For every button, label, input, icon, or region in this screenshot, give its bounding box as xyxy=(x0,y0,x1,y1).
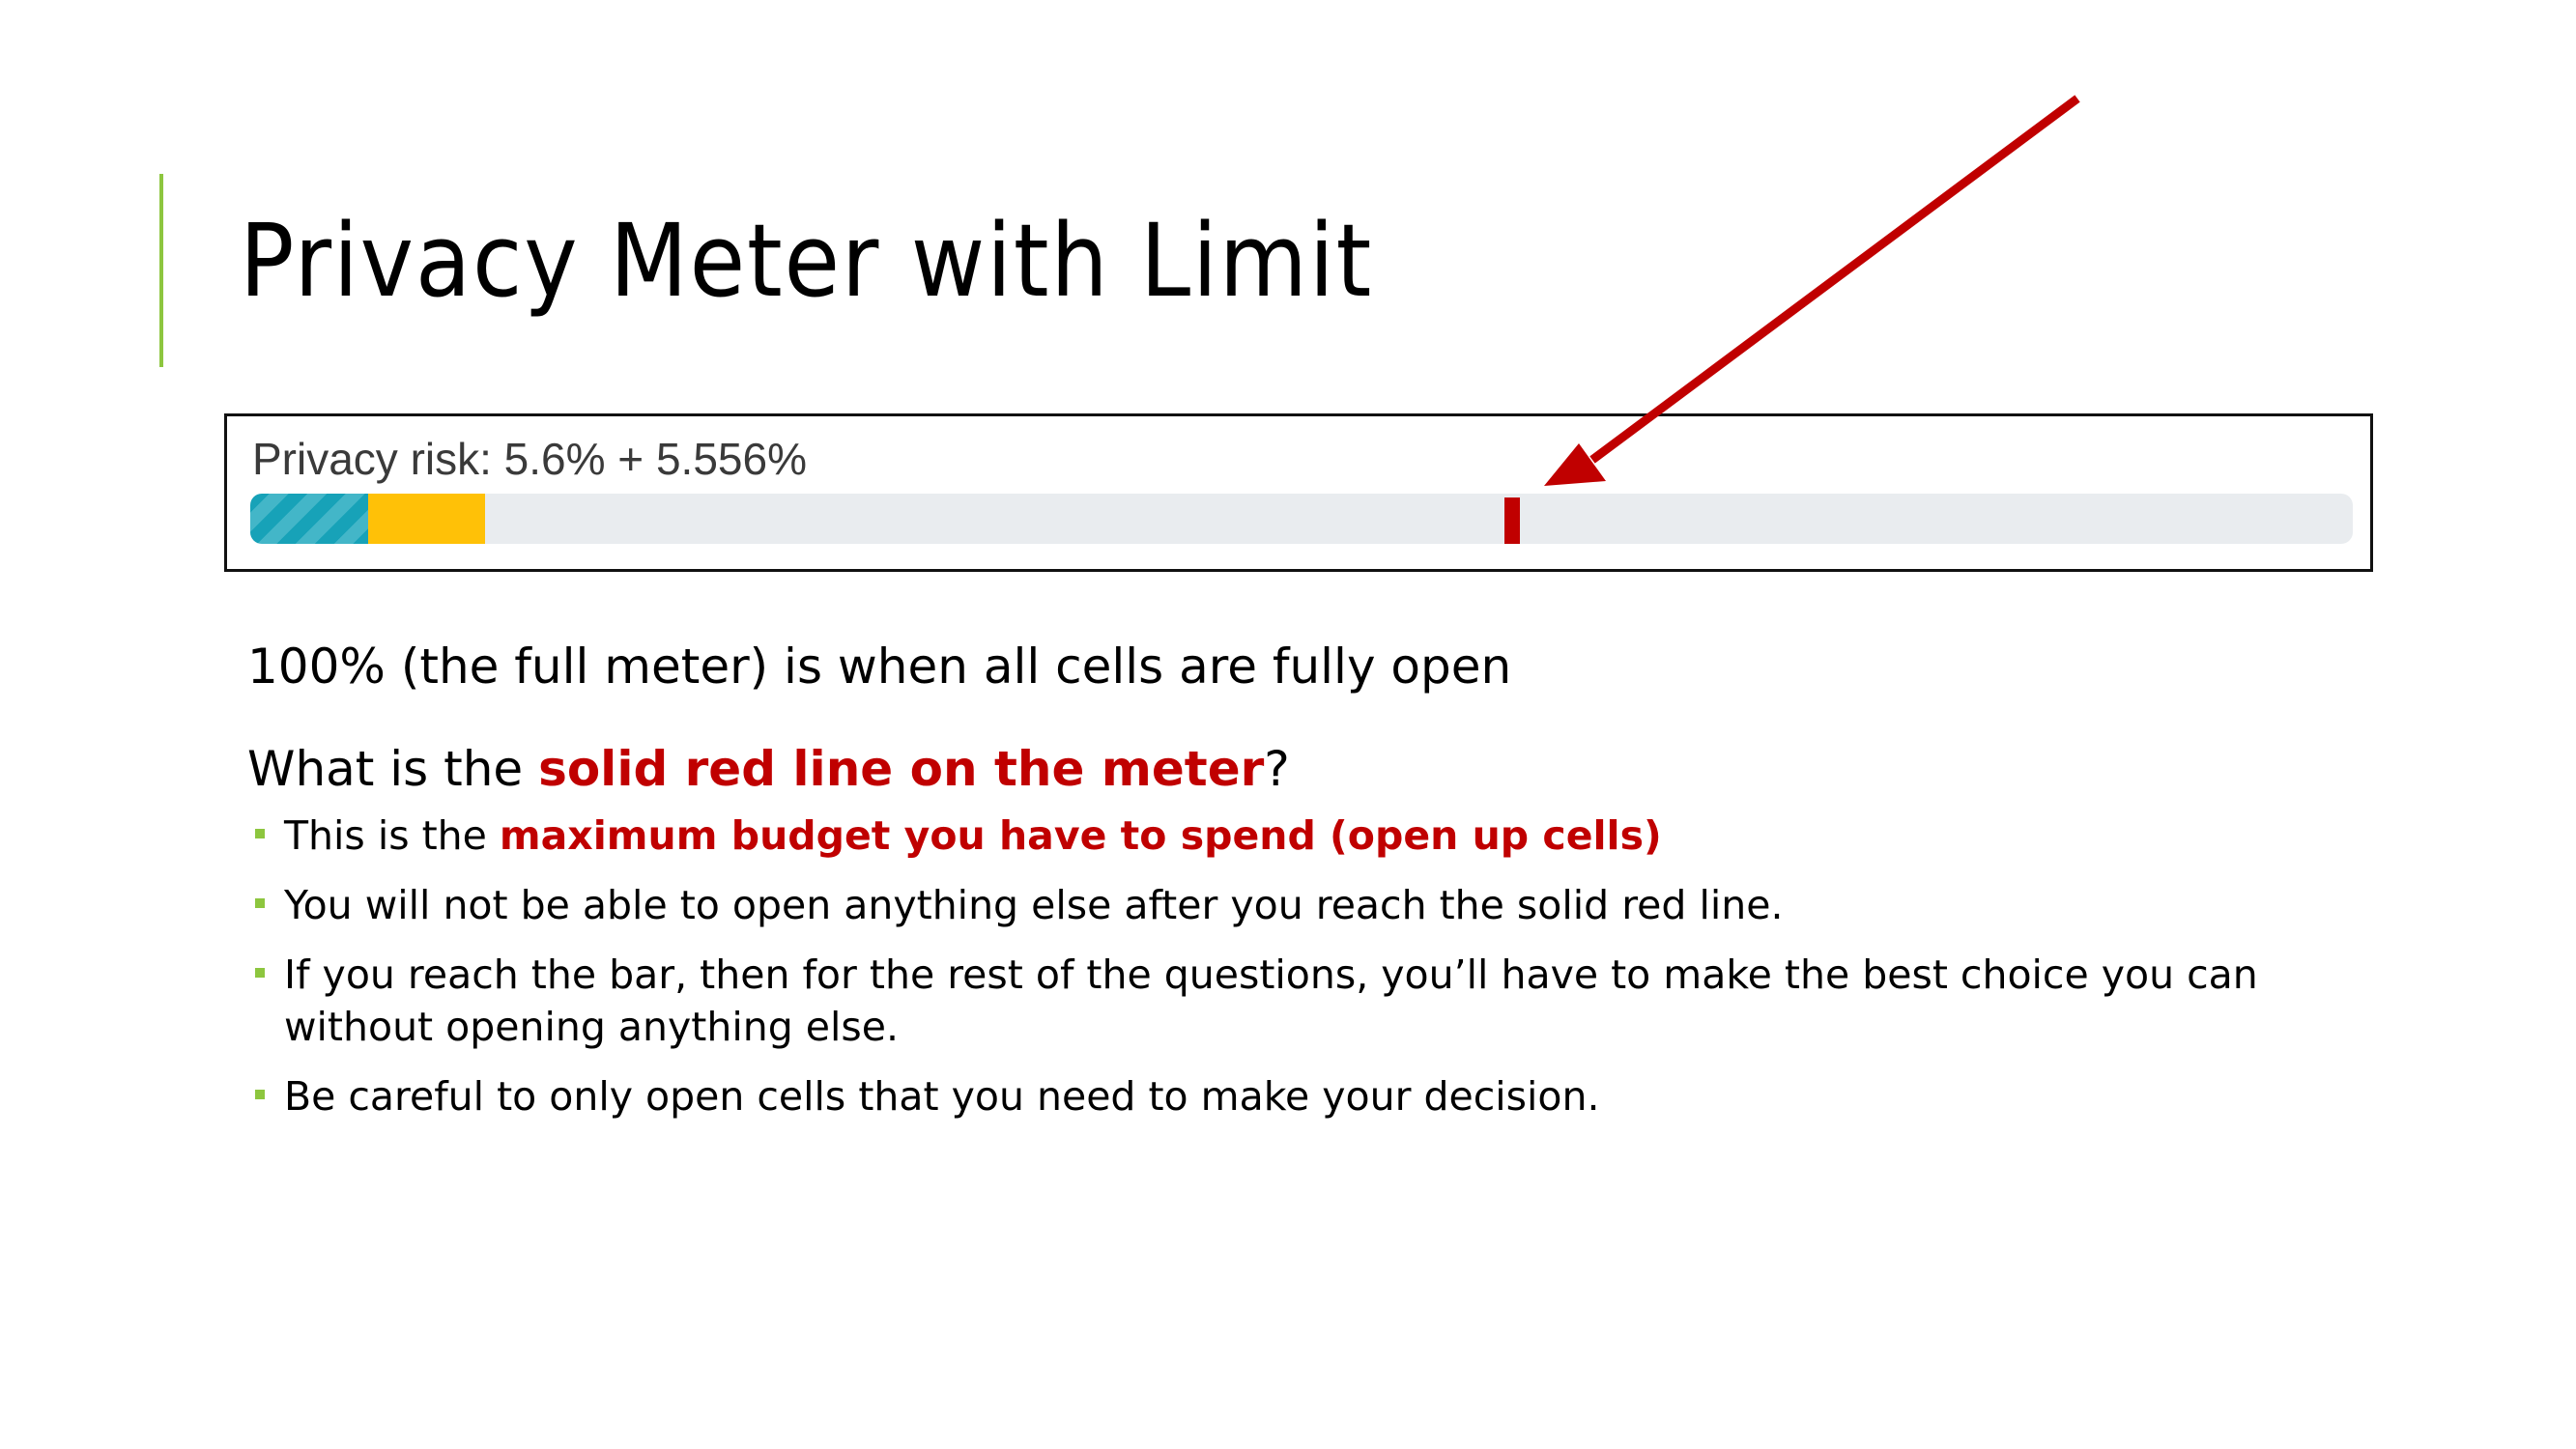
square-bullet-icon xyxy=(255,898,265,908)
square-bullet-icon xyxy=(255,968,265,978)
meter-track xyxy=(250,494,2353,544)
bullet-text: Be careful to only open cells that you n… xyxy=(284,1073,1600,1120)
slide: Privacy Meter with Limit Privacy risk: 5… xyxy=(0,0,2576,1449)
square-bullet-icon xyxy=(255,1090,265,1099)
meter-pending-segment xyxy=(367,494,485,544)
bullet-item: Be careful to only open cells that you n… xyxy=(253,1070,2379,1122)
title-accent-bar xyxy=(159,174,163,367)
question-highlight: solid red line on the meter xyxy=(538,741,1265,797)
bullet-item: This is the maximum budget you have to s… xyxy=(253,810,2379,862)
bullet-list: This is the maximum budget you have to s… xyxy=(253,810,2379,1140)
bullet-item: You will not be able to open anything el… xyxy=(253,879,2379,931)
slide-title: Privacy Meter with Limit xyxy=(240,202,1374,320)
bullet-highlight: maximum budget you have to spend (open u… xyxy=(499,812,1662,859)
square-bullet-icon xyxy=(255,829,265,838)
question-suffix: ? xyxy=(1264,741,1290,797)
full-meter-explanation: 100% (the full meter) is when all cells … xyxy=(247,639,1512,695)
meter-used-segment xyxy=(250,494,368,544)
arrow-shaft xyxy=(1589,95,2080,464)
question-prefix: What is the xyxy=(247,741,539,797)
bullet-text: You will not be able to open anything el… xyxy=(284,882,1784,928)
bullet-item: If you reach the bar, then for the rest … xyxy=(253,949,2265,1053)
privacy-risk-label: Privacy risk: 5.6% + 5.556% xyxy=(252,434,807,484)
bullet-text: This is the xyxy=(284,812,500,859)
bullet-text: If you reach the bar, then for the rest … xyxy=(284,952,2258,1050)
meter-limit-line xyxy=(1503,497,1520,544)
privacy-meter: Privacy risk: 5.6% + 5.556% xyxy=(224,413,2373,572)
red-line-question: What is the solid red line on the meter? xyxy=(247,740,1290,798)
